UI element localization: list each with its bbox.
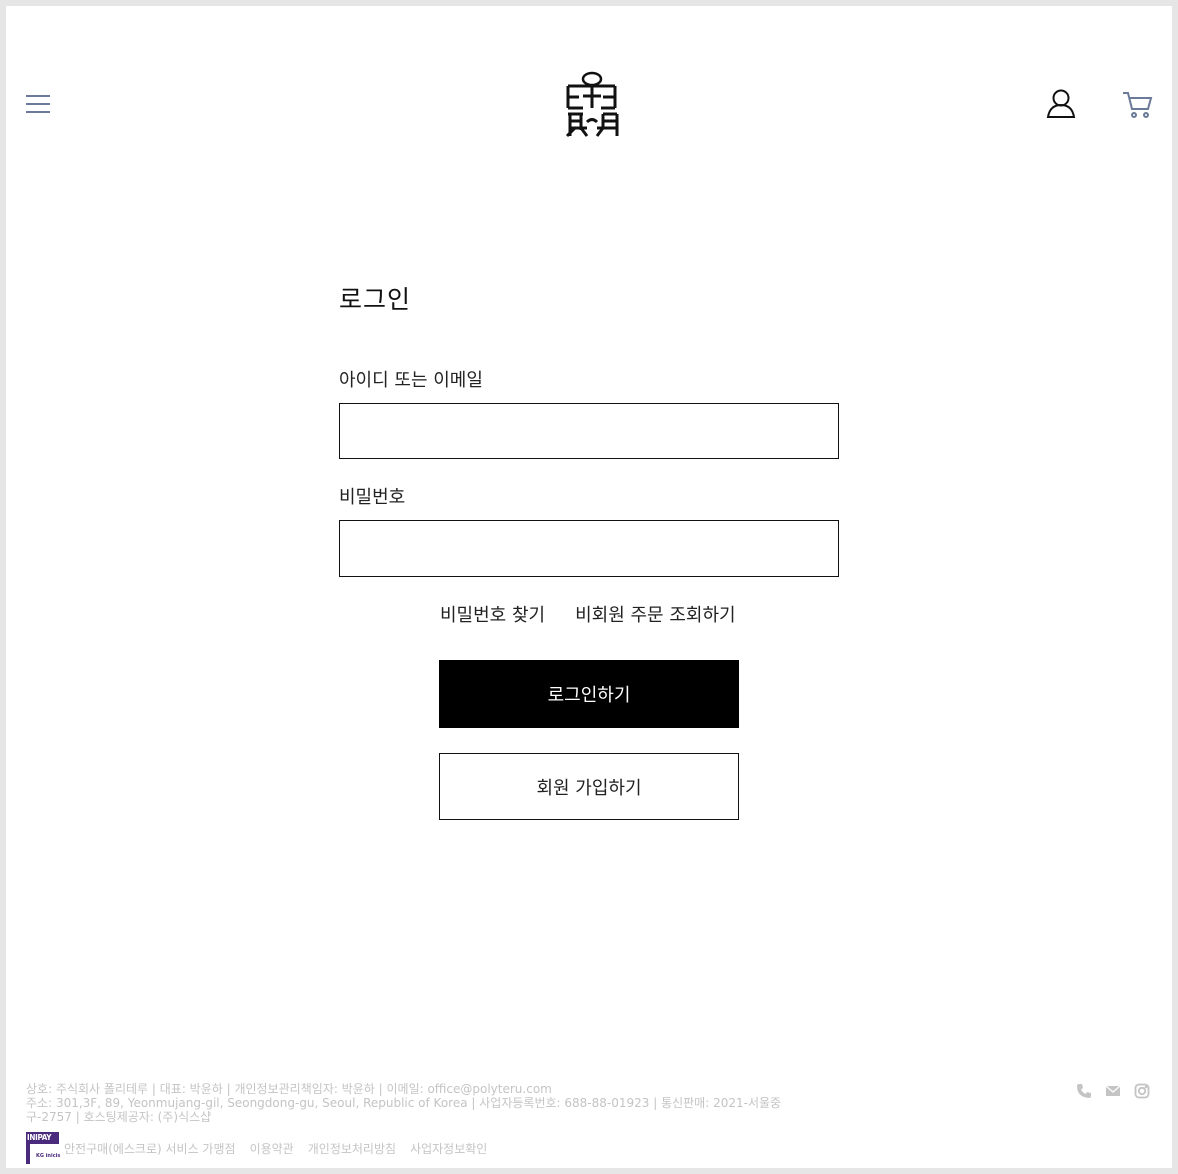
business-info-link[interactable]: 사업자정보확인 [410,1140,487,1157]
social-icons [1076,1083,1150,1099]
inipay-sub-text: KG inicis [36,1153,61,1159]
signup-button[interactable]: 회원 가입하기 [439,753,739,820]
footer-info-line: 상호: 주식회사 폴리테루 | 대표: 박윤하 | 개인정보관리책임자: 박윤하… [26,1082,552,1096]
login-page: 로그인 아이디 또는 이메일 비밀번호 비밀번호 찾기 비회원 주문 조회하기 로… [6,6,1172,1168]
account-links: 비밀번호 찾기 비회원 주문 조회하기 [440,601,736,627]
footer-company-info: 상호: 주식회사 폴리테루 | 대표: 박윤하 | 개인정보관리책임자: 박윤하… [26,1082,796,1124]
password-input[interactable] [339,520,839,577]
privacy-link[interactable]: 개인정보처리방침 [308,1140,396,1157]
brand-logo[interactable] [563,70,621,138]
inipay-badge-text: INIPAY [27,1133,52,1142]
footer-info-line: 주소: 301,3F, 89, Yeonmujang-gil, Seongdon… [26,1096,782,1110]
id-input[interactable] [339,403,839,459]
page-title: 로그인 [339,285,412,314]
terms-link[interactable]: 이용약관 [250,1140,294,1157]
instagram-icon[interactable] [1134,1083,1150,1099]
footer-links: INIPAY KG inicis 안전구매(에스크로) 서비스 가맹점 이용약관… [26,1132,487,1164]
mail-icon[interactable] [1105,1083,1121,1099]
escrow-link[interactable]: 안전구매(에스크로) 서비스 가맹점 [64,1140,236,1157]
user-icon[interactable] [1046,88,1076,120]
cart-icon[interactable] [1122,88,1154,120]
phone-icon[interactable] [1076,1083,1092,1099]
hamburger-menu-icon[interactable] [26,94,50,114]
guest-order-link[interactable]: 비회원 주문 조회하기 [575,605,735,626]
id-label: 아이디 또는 이메일 [339,370,483,391]
footer-info-line: 구-2757 | 호스팅제공자: (주)식스샵 [26,1110,212,1124]
login-button[interactable]: 로그인하기 [439,660,739,728]
inipay-logo[interactable]: INIPAY KG inicis [26,1132,61,1164]
find-password-link[interactable]: 비밀번호 찾기 [440,605,545,626]
password-label: 비밀번호 [339,487,406,508]
